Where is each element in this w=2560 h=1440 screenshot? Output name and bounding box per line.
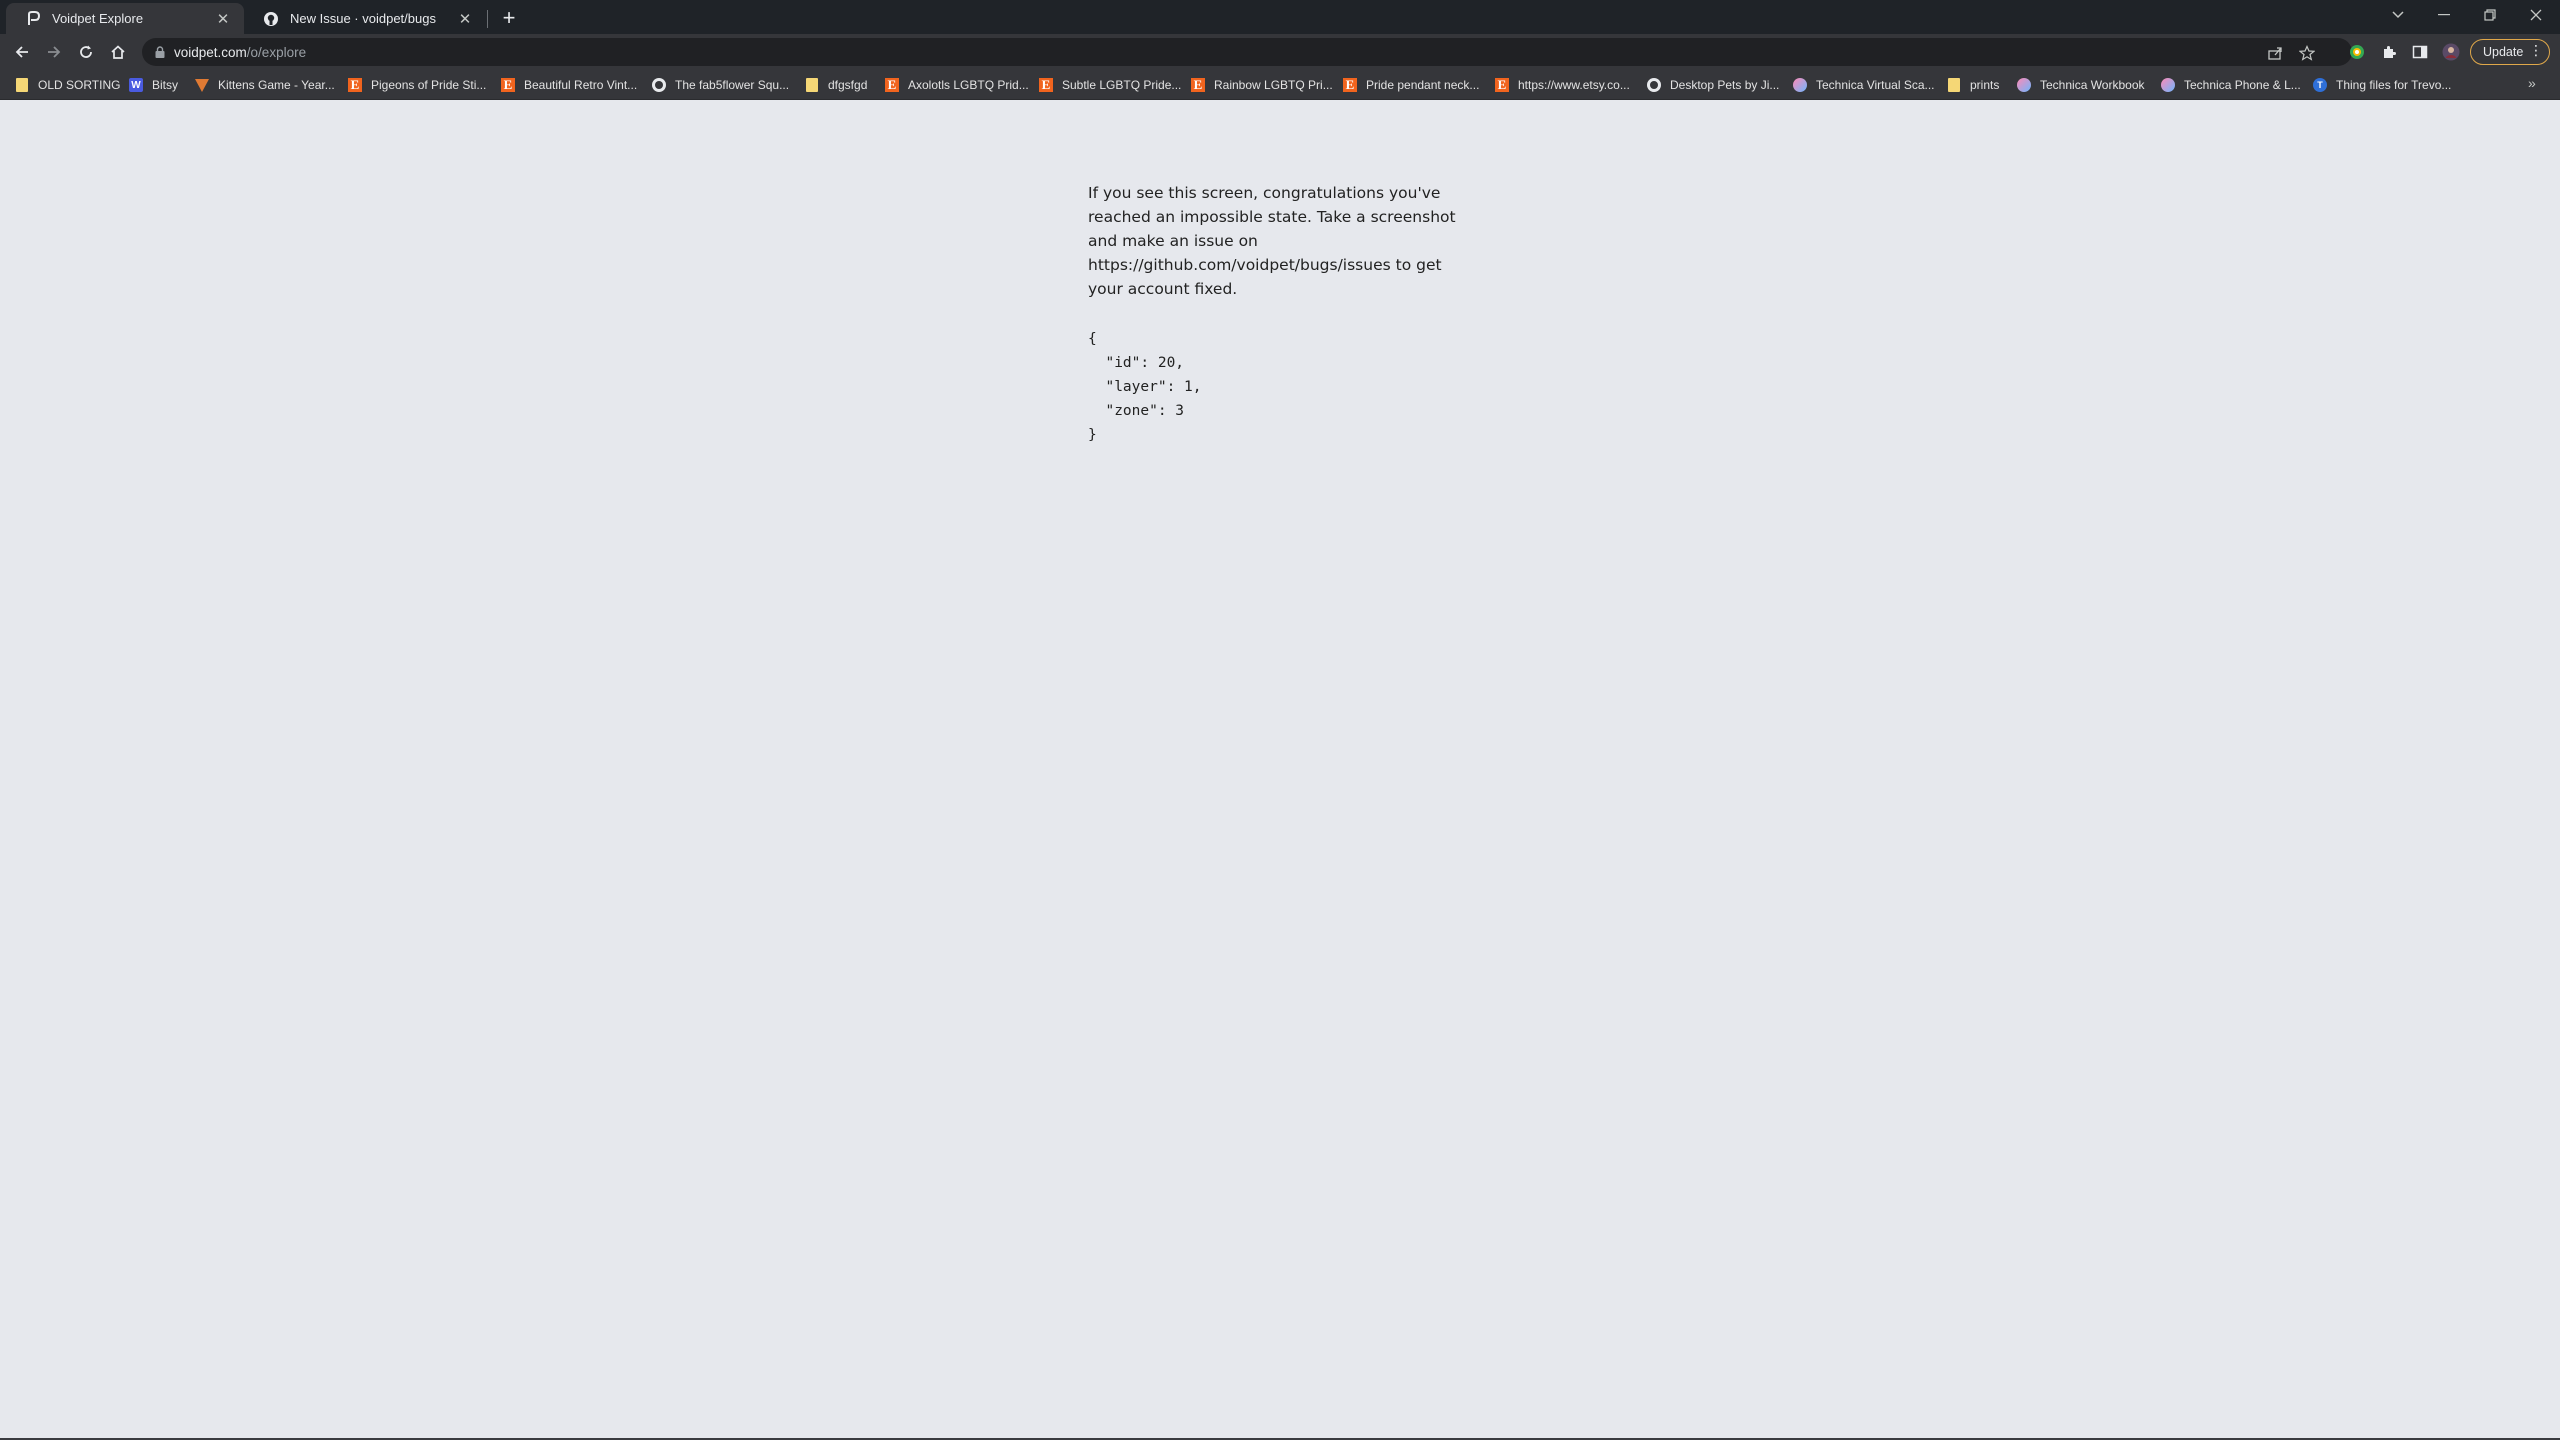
kittens-game-icon xyxy=(194,77,210,93)
bookmark-link[interactable]: E Subtle LGBTQ Pride... xyxy=(1038,75,1181,95)
technica-icon xyxy=(2016,77,2032,93)
minimize-icon[interactable] xyxy=(2428,2,2460,28)
etsy-icon: E xyxy=(1038,77,1054,93)
lock-icon[interactable] xyxy=(152,44,168,60)
bookmark-link[interactable]: T Thing files for Trevo... xyxy=(2312,75,2451,95)
close-icon[interactable]: ✕ xyxy=(212,8,234,30)
bookmark-label: https://www.etsy.co... xyxy=(1518,78,1630,92)
avatar[interactable] xyxy=(2440,41,2462,63)
etsy-icon: E xyxy=(1190,77,1206,93)
thingiverse-icon: T xyxy=(2312,77,2328,93)
bookmark-label: Subtle LGBTQ Pride... xyxy=(1062,78,1182,92)
new-tab-button[interactable]: + xyxy=(496,5,522,31)
bookmark-label: Technica Virtual Sca... xyxy=(1816,78,1935,92)
bookmark-link[interactable]: E Beautiful Retro Vint... xyxy=(500,75,637,95)
bookmark-label: Technica Workbook xyxy=(2040,78,2145,92)
globe-icon xyxy=(651,77,667,93)
menu-icon[interactable]: ⋮ xyxy=(2529,42,2543,59)
bookmark-label: Technica Phone & L... xyxy=(2184,78,2301,92)
folder-icon xyxy=(1946,77,1962,93)
tab-voidpet-explore[interactable]: Voidpet Explore ✕ xyxy=(6,3,244,34)
more-bookmarks-icon[interactable]: » xyxy=(2528,75,2536,91)
voidpet-icon xyxy=(22,8,44,30)
side-panel-icon[interactable] xyxy=(2409,41,2431,63)
browser-window: Voidpet Explore ✕ New Issue · voidpet/bu… xyxy=(0,0,2560,1440)
extension-icon[interactable] xyxy=(2346,41,2368,63)
forward-button[interactable] xyxy=(41,39,67,65)
bitsy-icon: W xyxy=(128,77,144,93)
bookmark-link[interactable]: Technica Workbook xyxy=(2016,75,2145,95)
etsy-icon: E xyxy=(884,77,900,93)
bookmark-link[interactable]: W Bitsy xyxy=(128,75,178,95)
bookmark-link[interactable]: E Pride pendant neck... xyxy=(1342,75,1479,95)
close-icon[interactable]: ✕ xyxy=(454,8,476,30)
debug-json: { "id": 20, "layer": 1, "zone": 3 } xyxy=(1088,331,1202,443)
bookmark-link[interactable]: Ehttps://www.etsy.co... xyxy=(1494,75,1630,95)
etsy-icon: E xyxy=(1342,77,1358,93)
bookmark-link[interactable]: Kittens Game - Year... xyxy=(194,75,335,95)
url-path: /o/explore xyxy=(246,44,307,60)
bookmark-folder[interactable]: dfgsfgd xyxy=(804,75,867,95)
bookmarks-bar: OLD SORTING W Bitsy Kittens Game - Year..… xyxy=(0,70,2560,100)
bookmark-label: Pride pendant neck... xyxy=(1366,78,1480,92)
etsy-icon: E xyxy=(1494,77,1510,93)
tab-new-issue[interactable]: New Issue · voidpet/bugs ✕ xyxy=(244,3,486,34)
bookmark-link[interactable]: E Axolotls LGBTQ Prid... xyxy=(884,75,1029,95)
bookmark-link[interactable]: E Pigeons of Pride Sti... xyxy=(347,75,486,95)
bookmark-label: Axolotls LGBTQ Prid... xyxy=(908,78,1029,92)
back-button[interactable] xyxy=(9,39,35,65)
url-text: voidpet.com/o/explore xyxy=(174,45,306,60)
bookmark-label: Bitsy xyxy=(152,78,179,92)
close-window-icon[interactable] xyxy=(2520,2,2552,28)
share-icon[interactable] xyxy=(2266,44,2284,62)
error-message: If you see this screen, congratulations … xyxy=(1088,184,1456,298)
bookmark-label: The fab5flower Squ... xyxy=(675,78,790,92)
bookmark-label: prints xyxy=(1970,78,2000,92)
browser-toolbar: voidpet.com/o/explore Update ⋮ xyxy=(0,34,2560,70)
technica-icon xyxy=(2160,77,2176,93)
bookmark-label: Kittens Game - Year... xyxy=(218,78,335,92)
etsy-icon: E xyxy=(500,77,516,93)
page-content: If you see this screen, congratulations … xyxy=(0,101,2560,1438)
bookmark-link[interactable]: Technica Virtual Sca... xyxy=(1792,75,1935,95)
folder-icon xyxy=(14,77,30,93)
bookmark-link[interactable]: The fab5flower Squ... xyxy=(651,75,789,95)
bookmark-label: Pigeons of Pride Sti... xyxy=(371,78,487,92)
bookmark-label: Beautiful Retro Vint... xyxy=(524,78,638,92)
bookmark-link[interactable]: Desktop Pets by Ji... xyxy=(1646,75,1779,95)
technica-icon xyxy=(1792,77,1808,93)
bookmark-folder[interactable]: prints xyxy=(1946,75,1999,95)
bookmark-folder[interactable]: OLD SORTING xyxy=(14,75,120,95)
tab-title: Voidpet Explore xyxy=(52,11,144,26)
puzzle-icon[interactable] xyxy=(2378,41,2400,63)
home-button[interactable] xyxy=(105,39,131,65)
bookmark-label: Desktop Pets by Ji... xyxy=(1670,78,1780,92)
etsy-icon: E xyxy=(347,77,363,93)
url-host: voidpet.com xyxy=(174,44,247,60)
folder-icon xyxy=(804,77,820,93)
update-button[interactable]: Update ⋮ xyxy=(2470,39,2550,65)
bookmark-label: Rainbow LGBTQ Pri... xyxy=(1214,78,1333,92)
bookmark-label: Thing files for Trevo... xyxy=(2336,78,2452,92)
github-icon xyxy=(260,8,282,30)
tab-separator xyxy=(487,10,488,28)
update-label: Update xyxy=(2483,45,2524,59)
restore-icon[interactable] xyxy=(2474,2,2506,28)
tab-search-icon[interactable] xyxy=(2382,2,2414,28)
bookmark-label: dfgsfgd xyxy=(828,78,868,92)
tab-strip: Voidpet Explore ✕ New Issue · voidpet/bu… xyxy=(0,0,2560,34)
tab-title: New Issue · voidpet/bugs xyxy=(290,11,436,26)
reload-button[interactable] xyxy=(73,39,99,65)
bookmark-link[interactable]: Technica Phone & L... xyxy=(2160,75,2301,95)
bookmark-link[interactable]: E Rainbow LGBTQ Pri... xyxy=(1190,75,1333,95)
star-icon[interactable] xyxy=(2298,44,2316,62)
bookmark-label: OLD SORTING xyxy=(38,78,121,92)
address-bar[interactable]: voidpet.com/o/explore xyxy=(142,38,2352,66)
globe-icon xyxy=(1646,77,1662,93)
